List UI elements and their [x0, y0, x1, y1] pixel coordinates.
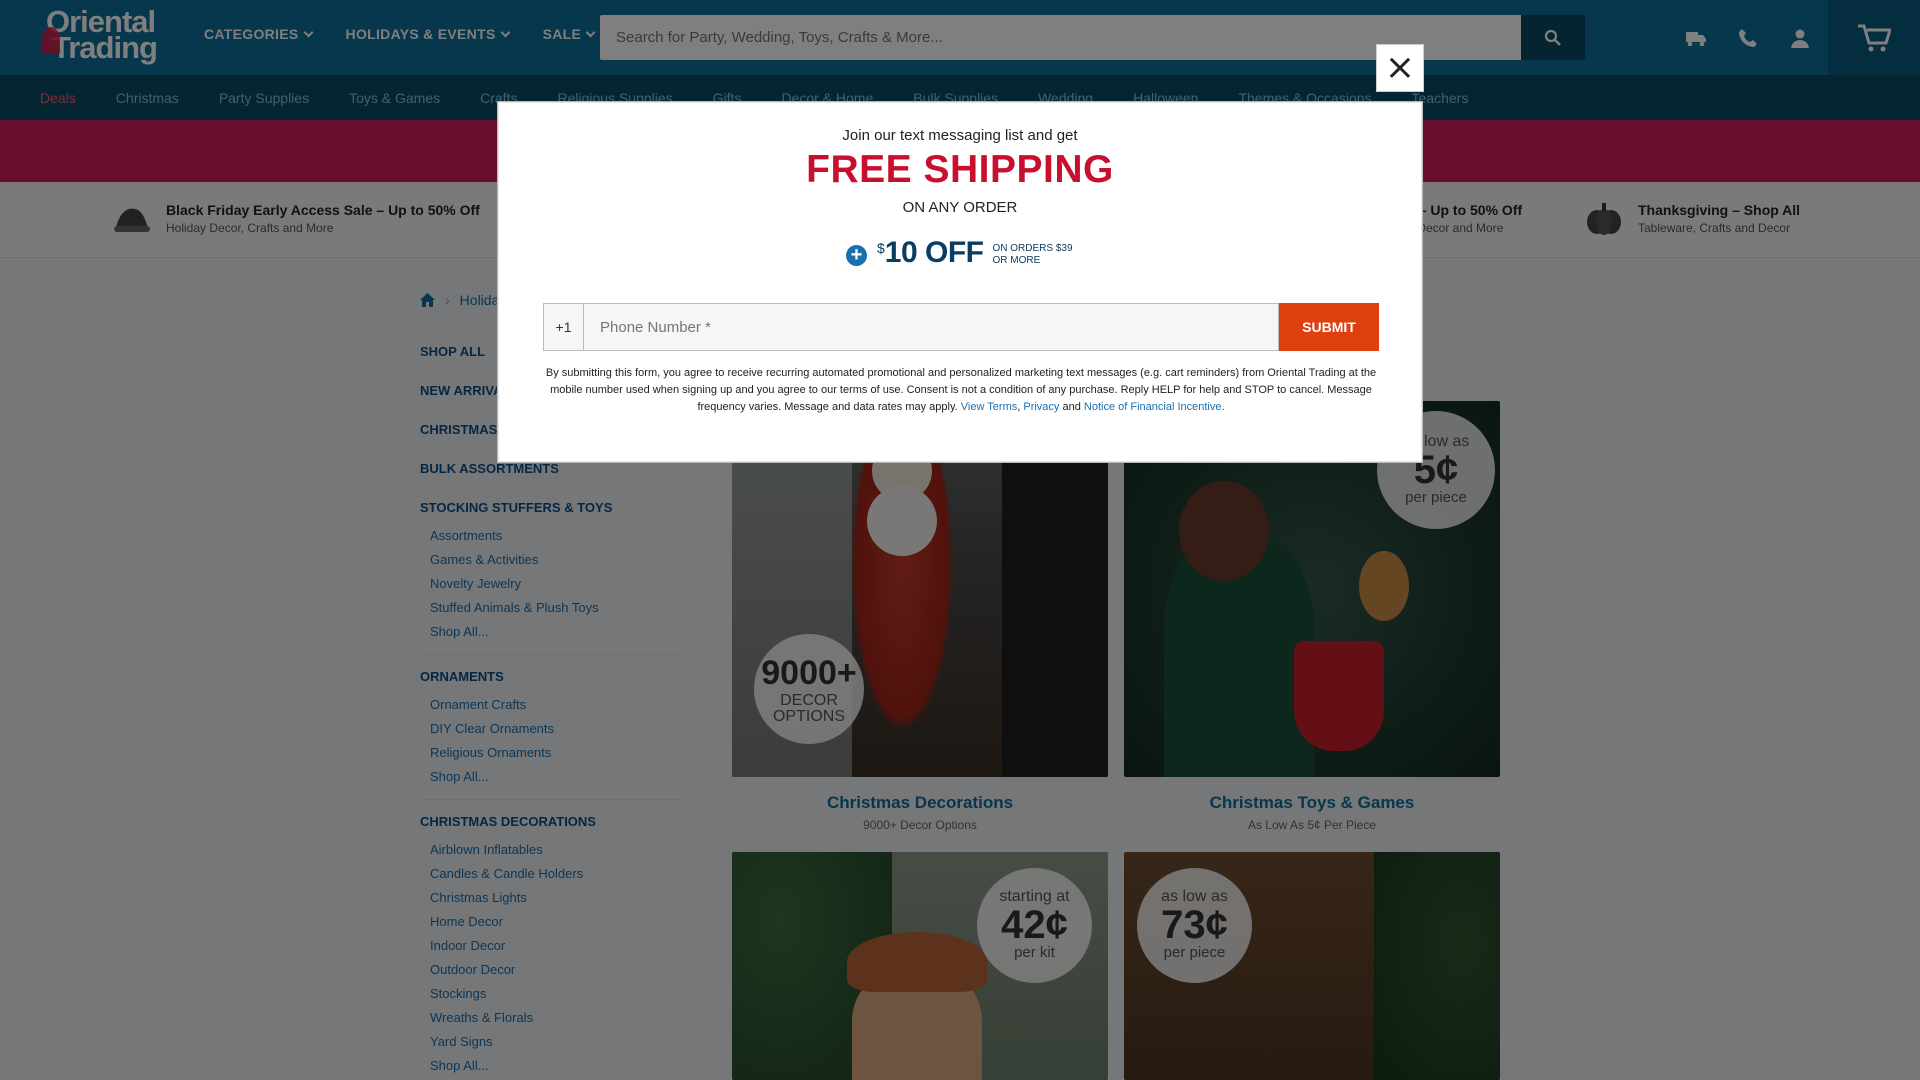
- plus-icon: +: [846, 244, 867, 266]
- sms-signup-modal: Join our text messaging list and get FRE…: [497, 101, 1423, 463]
- on-orders-text: ON ORDERS $39 OR MORE: [992, 243, 1073, 266]
- privacy-link[interactable]: Privacy: [1023, 401, 1059, 413]
- view-terms-link[interactable]: View Terms: [961, 401, 1017, 413]
- join-text: Join our text messaging list and get: [842, 127, 1078, 144]
- legal-disclaimer: By submitting this form, you agree to re…: [545, 367, 1377, 413]
- phone-number-input[interactable]: [583, 303, 1279, 351]
- close-button[interactable]: ×: [1376, 44, 1424, 92]
- ten-off-offer: + $ 10 OFF ON ORDERS $39 OR MORE: [846, 236, 1073, 270]
- submit-button[interactable]: SUBMIT: [1279, 303, 1379, 351]
- country-code: +1: [543, 303, 583, 351]
- close-icon: ×: [1384, 47, 1416, 88]
- phone-form: +1 SUBMIT: [543, 303, 1379, 351]
- financial-incentive-link[interactable]: Notice of Financial Incentive: [1084, 401, 1222, 413]
- free-shipping-heading: FREE SHIPPING: [806, 148, 1114, 191]
- ten-off-text: 10 OFF: [884, 236, 984, 269]
- any-order-text: ON ANY ORDER: [902, 199, 1018, 216]
- dollar-sign: $: [877, 240, 885, 256]
